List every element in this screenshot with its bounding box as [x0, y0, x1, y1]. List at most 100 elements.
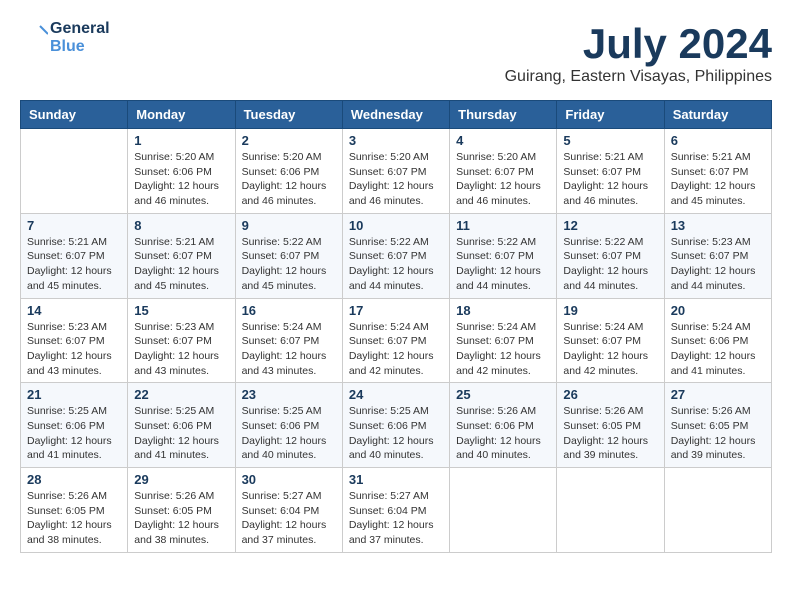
day-number: 6 — [671, 133, 765, 148]
day-number: 21 — [27, 387, 121, 402]
calendar-day-cell: 10 Sunrise: 5:22 AM Sunset: 6:07 PM Dayli… — [342, 213, 449, 298]
day-info: Sunrise: 5:26 AM Sunset: 6:05 PM Dayligh… — [563, 404, 657, 463]
day-number: 11 — [456, 218, 550, 233]
logo-general: General — [50, 20, 110, 38]
empty-cell — [450, 468, 557, 553]
calendar-day-cell: 24Sunrise: 5:25 AM Sunset: 6:06 PM Dayli… — [342, 383, 449, 468]
day-info: Sunrise: 5:24 AM Sunset: 6:07 PM Dayligh… — [563, 320, 657, 379]
calendar-day-cell: 8 Sunrise: 5:21 AM Sunset: 6:07 PM Daylig… — [128, 213, 235, 298]
day-number: 8 — [134, 218, 228, 233]
calendar-day-cell: 5 Sunrise: 5:21 AM Sunset: 6:07 PM Daylig… — [557, 129, 664, 214]
day-of-week-header: Wednesday — [342, 101, 449, 129]
day-number: 27 — [671, 387, 765, 402]
calendar-day-cell: 13 Sunrise: 5:23 AM Sunset: 6:07 PM Dayli… — [664, 213, 771, 298]
day-number: 10 — [349, 218, 443, 233]
day-number: 19 — [563, 303, 657, 318]
calendar-day-cell: 25 Sunrise: 5:26 AM Sunset: 6:06 PM Dayli… — [450, 383, 557, 468]
logo: General Blue — [20, 20, 110, 55]
calendar-day-cell: 31 Sunrise: 5:27 AM Sunset: 6:04 PM Dayli… — [342, 468, 449, 553]
day-number: 25 — [456, 387, 550, 402]
empty-cell — [557, 468, 664, 553]
day-info: Sunrise: 5:21 AM Sunset: 6:07 PM Dayligh… — [671, 150, 765, 209]
month-year-title: July 2024 — [505, 20, 772, 68]
calendar-day-cell: 12 Sunrise: 5:22 AM Sunset: 6:07 PM Dayli… — [557, 213, 664, 298]
day-number: 29 — [134, 472, 228, 487]
day-number: 4 — [456, 133, 550, 148]
day-info: Sunrise: 5:27 AM Sunset: 6:04 PM Dayligh… — [349, 489, 443, 548]
day-number: 7 — [27, 218, 121, 233]
day-info: Sunrise: 5:27 AM Sunset: 6:04 PM Dayligh… — [242, 489, 336, 548]
calendar-day-cell: 19 Sunrise: 5:24 AM Sunset: 6:07 PM Dayli… — [557, 298, 664, 383]
calendar-day-cell: 21Sunrise: 5:25 AM Sunset: 6:06 PM Dayli… — [21, 383, 128, 468]
day-info: Sunrise: 5:22 AM Sunset: 6:07 PM Dayligh… — [349, 235, 443, 294]
empty-cell — [664, 468, 771, 553]
day-info: Sunrise: 5:26 AM Sunset: 6:05 PM Dayligh… — [671, 404, 765, 463]
day-info: Sunrise: 5:25 AM Sunset: 6:06 PM Dayligh… — [242, 404, 336, 463]
day-info: Sunrise: 5:26 AM Sunset: 6:06 PM Dayligh… — [456, 404, 550, 463]
day-number: 14 — [27, 303, 121, 318]
day-info: Sunrise: 5:24 AM Sunset: 6:06 PM Dayligh… — [671, 320, 765, 379]
day-number: 30 — [242, 472, 336, 487]
calendar-day-cell: 3 Sunrise: 5:20 AM Sunset: 6:07 PM Daylig… — [342, 129, 449, 214]
calendar-day-cell: 23 Sunrise: 5:25 AM Sunset: 6:06 PM Dayli… — [235, 383, 342, 468]
day-of-week-header: Tuesday — [235, 101, 342, 129]
day-number: 3 — [349, 133, 443, 148]
day-number: 12 — [563, 218, 657, 233]
day-info: Sunrise: 5:21 AM Sunset: 6:07 PM Dayligh… — [134, 235, 228, 294]
calendar-day-cell: 6 Sunrise: 5:21 AM Sunset: 6:07 PM Daylig… — [664, 129, 771, 214]
day-info: Sunrise: 5:23 AM Sunset: 6:07 PM Dayligh… — [27, 320, 121, 379]
day-number: 9 — [242, 218, 336, 233]
calendar-day-cell: 4 Sunrise: 5:20 AM Sunset: 6:07 PM Daylig… — [450, 129, 557, 214]
logo-blue: Blue — [50, 38, 110, 56]
calendar-day-cell: 7 Sunrise: 5:21 AM Sunset: 6:07 PM Daylig… — [21, 213, 128, 298]
day-info: Sunrise: 5:23 AM Sunset: 6:07 PM Dayligh… — [671, 235, 765, 294]
day-of-week-header: Sunday — [21, 101, 128, 129]
day-number: 22 — [134, 387, 228, 402]
day-number: 28 — [27, 472, 121, 487]
calendar-day-cell: 1 Sunrise: 5:20 AM Sunset: 6:06 PM Daylig… — [128, 129, 235, 214]
day-number: 31 — [349, 472, 443, 487]
calendar-day-cell: 11 Sunrise: 5:22 AM Sunset: 6:07 PM Dayli… — [450, 213, 557, 298]
day-info: Sunrise: 5:20 AM Sunset: 6:07 PM Dayligh… — [456, 150, 550, 209]
day-info: Sunrise: 5:25 AM Sunset: 6:06 PM Dayligh… — [349, 404, 443, 463]
day-info: Sunrise: 5:22 AM Sunset: 6:07 PM Dayligh… — [563, 235, 657, 294]
day-info: Sunrise: 5:22 AM Sunset: 6:07 PM Dayligh… — [242, 235, 336, 294]
day-info: Sunrise: 5:24 AM Sunset: 6:07 PM Dayligh… — [456, 320, 550, 379]
day-info: Sunrise: 5:24 AM Sunset: 6:07 PM Dayligh… — [349, 320, 443, 379]
day-of-week-header: Thursday — [450, 101, 557, 129]
day-info: Sunrise: 5:21 AM Sunset: 6:07 PM Dayligh… — [563, 150, 657, 209]
day-info: Sunrise: 5:24 AM Sunset: 6:07 PM Dayligh… — [242, 320, 336, 379]
calendar-day-cell: 27 Sunrise: 5:26 AM Sunset: 6:05 PM Dayli… — [664, 383, 771, 468]
calendar-day-cell: 29 Sunrise: 5:26 AM Sunset: 6:05 PM Dayli… — [128, 468, 235, 553]
calendar-day-cell: 30 Sunrise: 5:27 AM Sunset: 6:04 PM Dayli… — [235, 468, 342, 553]
calendar-day-cell: 9 Sunrise: 5:22 AM Sunset: 6:07 PM Daylig… — [235, 213, 342, 298]
calendar-day-cell: 14 Sunrise: 5:23 AM Sunset: 6:07 PM Dayli… — [21, 298, 128, 383]
day-of-week-header: Monday — [128, 101, 235, 129]
calendar-day-cell: 20Sunrise: 5:24 AM Sunset: 6:06 PM Dayli… — [664, 298, 771, 383]
day-of-week-header: Saturday — [664, 101, 771, 129]
location-title: Guirang, Eastern Visayas, Philippines — [505, 68, 772, 86]
day-info: Sunrise: 5:26 AM Sunset: 6:05 PM Dayligh… — [27, 489, 121, 548]
day-of-week-header: Friday — [557, 101, 664, 129]
day-number: 2 — [242, 133, 336, 148]
day-info: Sunrise: 5:21 AM Sunset: 6:07 PM Dayligh… — [27, 235, 121, 294]
day-number: 15 — [134, 303, 228, 318]
day-number: 5 — [563, 133, 657, 148]
day-number: 18 — [456, 303, 550, 318]
day-info: Sunrise: 5:20 AM Sunset: 6:07 PM Dayligh… — [349, 150, 443, 209]
day-number: 17 — [349, 303, 443, 318]
day-info: Sunrise: 5:20 AM Sunset: 6:06 PM Dayligh… — [242, 150, 336, 209]
day-number: 1 — [134, 133, 228, 148]
calendar-day-cell: 22 Sunrise: 5:25 AM Sunset: 6:06 PM Dayli… — [128, 383, 235, 468]
day-info: Sunrise: 5:25 AM Sunset: 6:06 PM Dayligh… — [134, 404, 228, 463]
day-info: Sunrise: 5:23 AM Sunset: 6:07 PM Dayligh… — [134, 320, 228, 379]
day-number: 16 — [242, 303, 336, 318]
calendar-day-cell: 18 Sunrise: 5:24 AM Sunset: 6:07 PM Dayli… — [450, 298, 557, 383]
calendar-day-cell: 17 Sunrise: 5:24 AM Sunset: 6:07 PM Dayli… — [342, 298, 449, 383]
calendar-day-cell: 26Sunrise: 5:26 AM Sunset: 6:05 PM Dayli… — [557, 383, 664, 468]
day-info: Sunrise: 5:22 AM Sunset: 6:07 PM Dayligh… — [456, 235, 550, 294]
day-number: 23 — [242, 387, 336, 402]
day-number: 13 — [671, 218, 765, 233]
day-info: Sunrise: 5:26 AM Sunset: 6:05 PM Dayligh… — [134, 489, 228, 548]
day-info: Sunrise: 5:20 AM Sunset: 6:06 PM Dayligh… — [134, 150, 228, 209]
